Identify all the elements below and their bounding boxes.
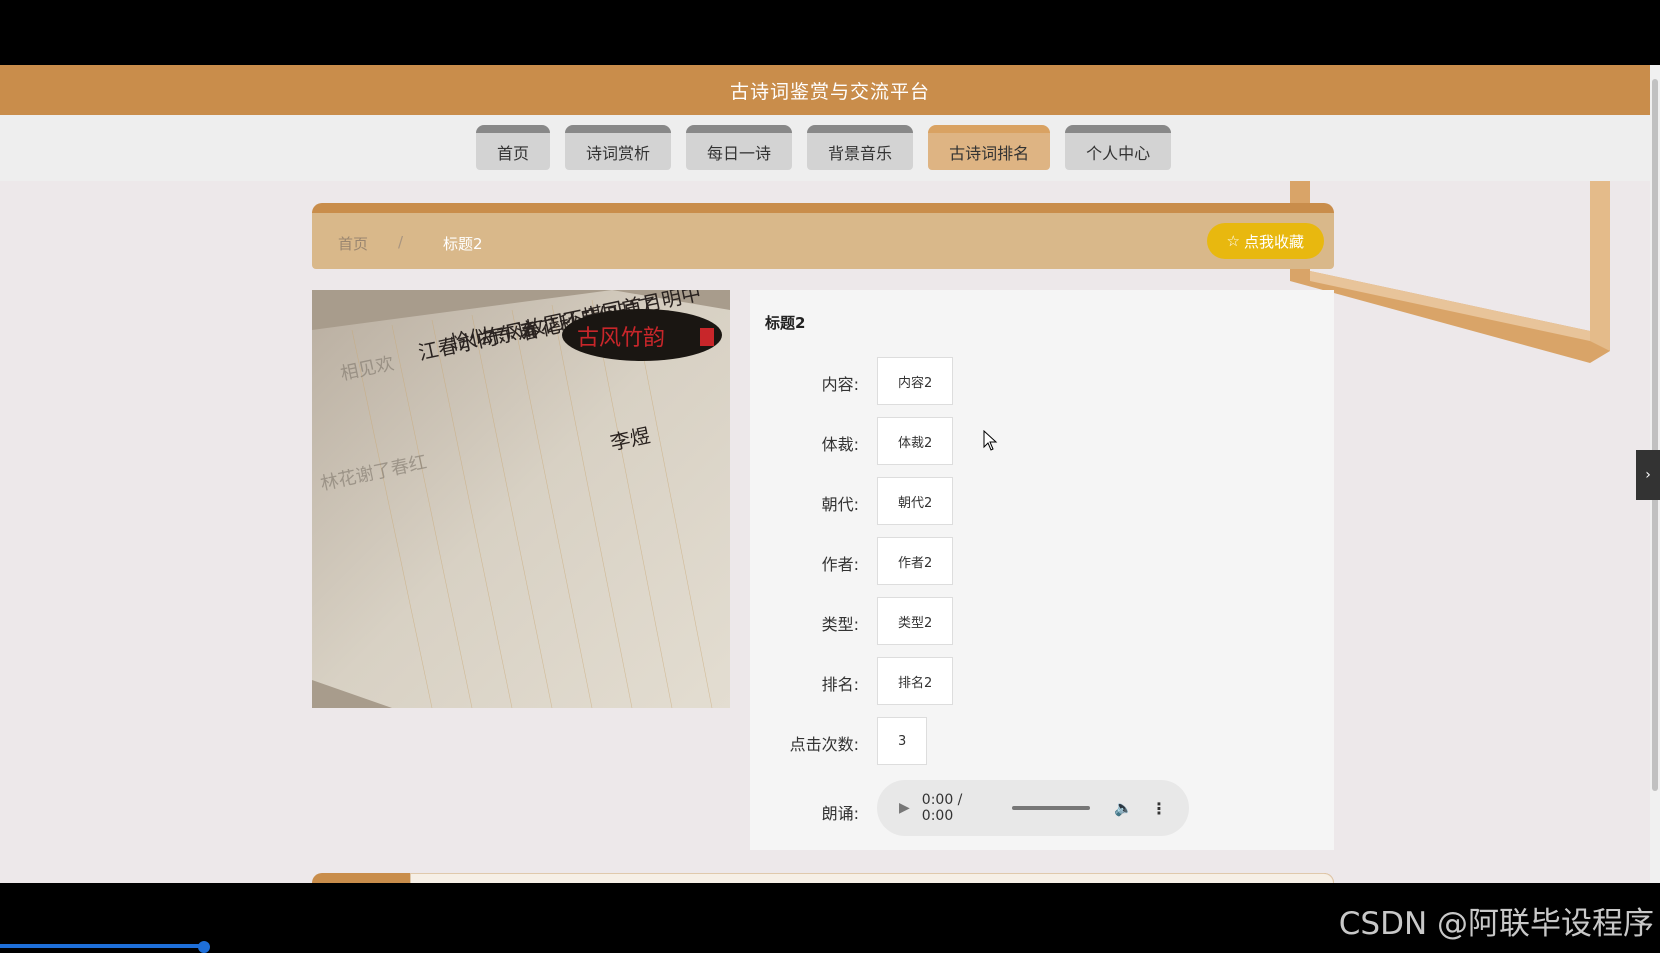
field-label: 类型: [821, 615, 859, 634]
play-icon[interactable]: ▶ [899, 800, 910, 816]
site-header: 古诗词鉴赏与交流平台 [0, 65, 1660, 115]
field-value: 类型2 [877, 597, 954, 645]
audio-progress-slider[interactable] [1012, 806, 1091, 810]
field-value: 作者2 [877, 537, 954, 585]
audio-time: 0:00 / 0:00 [921, 792, 963, 824]
field-type: 类型: 类型2 [750, 597, 1334, 645]
nav-daily-poem[interactable]: 每日一诗 [686, 125, 793, 170]
star-icon: ☆ [1226, 232, 1240, 250]
volume-icon[interactable]: 🔈 [1114, 799, 1133, 817]
field-ranking: 排名: 排名2 [750, 657, 1334, 705]
field-genre: 体裁: 体裁2 [750, 417, 1334, 465]
field-value: 排名2 [877, 657, 954, 705]
field-value: 朝代2 [877, 477, 954, 525]
breadcrumb-separator: / [398, 233, 404, 251]
breadcrumb: 首页 / 标题2 ☆ 点我收藏 [312, 203, 1334, 269]
nav-background-music[interactable]: 背景音乐 [807, 125, 914, 170]
field-value: 内容2 [877, 357, 954, 405]
poem-detail-panel: 标题2 内容: 内容2 体裁: 体裁2 朝代: 朝代2 作者: 作者2 类型: … [750, 290, 1334, 850]
side-panel-toggle[interactable]: › [1636, 450, 1660, 500]
field-dynasty: 朝代: 朝代2 [750, 477, 1334, 525]
decorative-frame [1290, 181, 1610, 363]
scroll-thumb[interactable] [1652, 79, 1658, 791]
next-section-bar [312, 873, 1334, 883]
field-recitation: 朗诵: ▶ 0:00 / 0:00 🔈 ⋮ [750, 780, 1334, 836]
next-section-tab [410, 873, 1334, 883]
main-nav: 首页 诗词赏析 每日一诗 背景音乐 古诗词排名 个人中心 [0, 115, 1650, 181]
field-label: 朝代: [821, 495, 859, 514]
field-label: 作者: [821, 555, 859, 574]
field-label: 体裁: [821, 435, 859, 454]
field-content: 内容: 内容2 [750, 357, 1334, 405]
poem-calligraphy-image: 江春水向东流 恰似一 东风故国不堪回首月明中 春花秋月何时了 李煜 相见欢 林花… [312, 290, 730, 708]
breadcrumb-current: 标题2 [443, 235, 483, 253]
mouse-cursor-icon [983, 430, 998, 451]
field-label: 排名: [821, 675, 859, 694]
nav-personal-center[interactable]: 个人中心 [1065, 125, 1172, 170]
favorite-button[interactable]: ☆ 点我收藏 [1206, 223, 1324, 259]
field-value: 体裁2 [877, 417, 954, 465]
image-logo-text: 古风竹韵 [577, 326, 665, 351]
detail-title: 标题2 [765, 314, 806, 332]
nav-home[interactable]: 首页 [476, 125, 551, 170]
field-label: 朗诵: [821, 804, 859, 823]
top-black-band [0, 0, 1660, 65]
browser-viewport: 古诗词鉴赏与交流平台 首页 诗词赏析 每日一诗 背景音乐 古诗词排名 个人中心 … [0, 65, 1660, 883]
nav-poem-analysis[interactable]: 诗词赏析 [565, 125, 672, 170]
watermark: CSDN @阿联毕设程序 [1338, 906, 1654, 942]
field-label: 点击次数: [789, 735, 859, 754]
field-author: 作者: 作者2 [750, 537, 1334, 585]
field-click-count: 点击次数: 3 [750, 717, 1334, 765]
field-value: 3 [877, 717, 928, 765]
field-label: 内容: [821, 375, 859, 394]
video-progress-handle[interactable] [198, 941, 210, 953]
site-title: 古诗词鉴赏与交流平台 [729, 80, 930, 103]
video-progress-bar[interactable] [0, 944, 205, 948]
nav-poem-ranking[interactable]: 古诗词排名 [928, 125, 1051, 170]
bottom-black-band: CSDN @阿联毕设程序 [0, 883, 1660, 953]
audio-player[interactable]: ▶ 0:00 / 0:00 🔈 ⋮ [877, 780, 1189, 836]
favorite-label: 点我收藏 [1243, 232, 1304, 251]
breadcrumb-home[interactable]: 首页 [338, 233, 368, 254]
chevron-right-icon: › [1645, 467, 1651, 483]
more-options-icon[interactable]: ⋮ [1151, 799, 1167, 818]
